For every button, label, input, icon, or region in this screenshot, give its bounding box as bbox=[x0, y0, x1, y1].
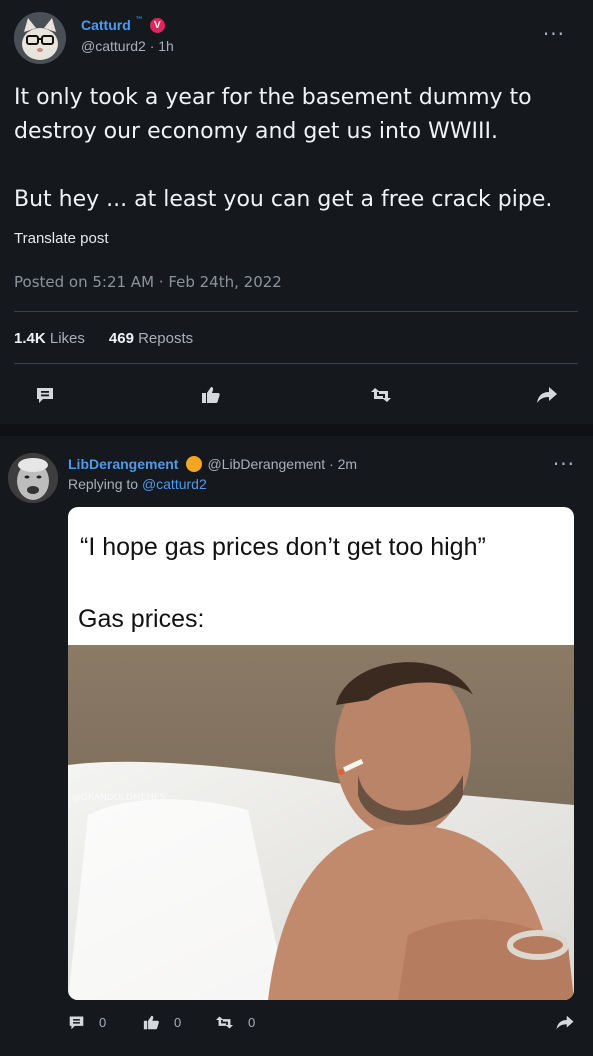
post-stats: 1.4K Likes 469 Reposts bbox=[14, 330, 193, 347]
meme-photo: @GRANDOLDMEMES bbox=[68, 645, 574, 1000]
reposts-stat[interactable]: 469 Reposts bbox=[109, 330, 193, 347]
likes-stat[interactable]: 1.4K Likes bbox=[14, 330, 85, 347]
reply-repost-count: 0 bbox=[248, 1015, 256, 1030]
reply-author-avatar[interactable] bbox=[8, 453, 58, 503]
reply-like-action[interactable]: 0 bbox=[143, 1014, 181, 1031]
section-separator bbox=[0, 424, 593, 436]
reply-actions: 0 0 0 bbox=[0, 1014, 593, 1038]
author-display-name[interactable]: Catturd bbox=[81, 17, 131, 33]
author-avatar[interactable] bbox=[14, 12, 66, 64]
reply-like-count: 0 bbox=[174, 1015, 182, 1030]
repost-icon[interactable] bbox=[369, 384, 393, 406]
divider bbox=[14, 311, 578, 312]
reply-comment-action[interactable]: 0 bbox=[68, 1014, 106, 1031]
reply-image[interactable]: “I hope gas prices don’t get too high” G… bbox=[68, 507, 574, 1000]
post-text: It only took a year for the basement dum… bbox=[14, 85, 553, 212]
orange-badge-icon bbox=[186, 456, 203, 472]
trademark-mark: ™ bbox=[134, 16, 144, 26]
replying-to: Replying to @catturd2 bbox=[68, 476, 207, 492]
meme-watermark: @GRANDOLDMEMES bbox=[72, 793, 166, 803]
like-icon[interactable] bbox=[199, 384, 223, 406]
reply-comment-count: 0 bbox=[99, 1015, 107, 1030]
post-actions bbox=[0, 378, 593, 412]
translate-post-link[interactable]: Translate post bbox=[14, 230, 109, 247]
post-timestamp: Posted on 5:21 AM · Feb 24th, 2022 bbox=[14, 273, 282, 291]
share-icon[interactable] bbox=[555, 1014, 575, 1031]
reply-display-name[interactable]: LibDerangement bbox=[68, 456, 178, 472]
author-name-row: Catturd ™ V bbox=[81, 16, 165, 33]
share-icon[interactable] bbox=[535, 384, 559, 406]
author-handle-time[interactable]: @catturd2 · 1h bbox=[81, 38, 174, 54]
divider bbox=[14, 363, 578, 364]
repost-icon[interactable] bbox=[215, 1014, 234, 1031]
main-post: Catturd ™ V @catturd2 · 1h ··· It only t… bbox=[0, 0, 593, 432]
reply-author-name-row: LibDerangement @LibDerangement · 2m bbox=[68, 456, 357, 472]
like-icon[interactable] bbox=[143, 1014, 160, 1031]
more-options-icon[interactable]: ··· bbox=[543, 22, 565, 46]
comment-icon[interactable] bbox=[33, 384, 57, 406]
reply-more-options-icon[interactable]: ··· bbox=[553, 452, 575, 476]
verified-badge-icon: V bbox=[149, 17, 165, 33]
replying-to-link[interactable]: @catturd2 bbox=[142, 476, 207, 492]
reply-handle-time[interactable]: @LibDerangement · 2m bbox=[207, 456, 357, 472]
reply-share-action[interactable] bbox=[555, 1014, 575, 1031]
reply-post: LibDerangement @LibDerangement · 2m Repl… bbox=[0, 436, 593, 1056]
reply-repost-action[interactable]: 0 bbox=[215, 1014, 255, 1031]
meme-caption-label: Gas prices: bbox=[78, 605, 205, 633]
meme-caption-quote: “I hope gas prices don’t get too high” bbox=[80, 533, 486, 561]
comment-icon[interactable] bbox=[68, 1014, 85, 1031]
